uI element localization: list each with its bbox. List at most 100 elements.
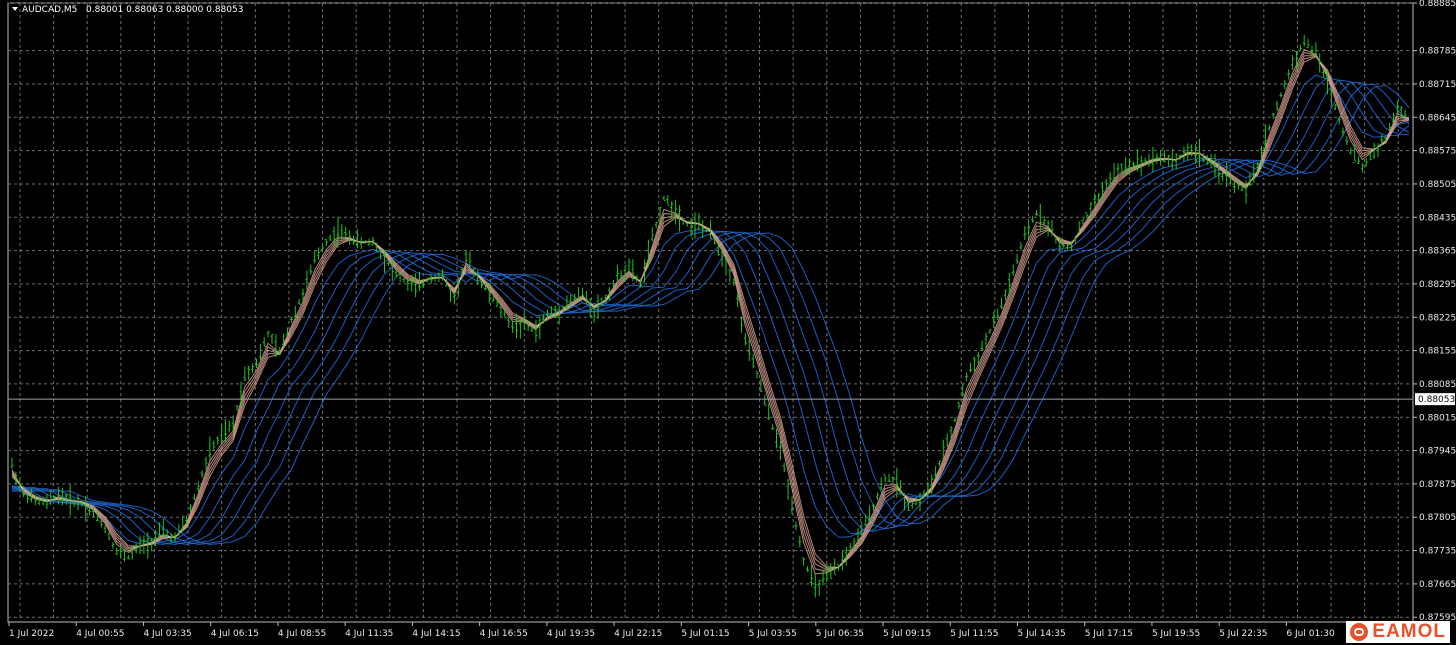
candle	[507, 318, 511, 329]
price-tick-label: 0.88785	[1419, 47, 1456, 57]
candle	[650, 227, 654, 242]
price-tick-label: 0.87735	[1419, 547, 1456, 557]
time-tick-label: 5 Jul 09:15	[883, 629, 931, 639]
candle	[798, 535, 802, 548]
robot-logo-icon	[1350, 623, 1369, 641]
price-chart[interactable]: 0.88885 0.88785 0.88715 0.88645 0.88575 0.885…	[0, 0, 1456, 645]
price-tick-label: 0.88225	[1419, 313, 1456, 323]
candle	[751, 353, 755, 369]
candle	[980, 340, 984, 351]
time-tick-label: 6 Jul 01:30	[1286, 629, 1335, 639]
candle	[856, 528, 860, 541]
brand-text: EAMOL	[1372, 621, 1446, 642]
candle	[266, 331, 270, 338]
candle	[309, 264, 313, 275]
candle	[111, 542, 115, 549]
price-tick-label: 0.88365	[1419, 247, 1456, 257]
candle	[297, 298, 301, 305]
candle	[732, 278, 736, 286]
candle	[806, 566, 809, 572]
candle	[740, 316, 743, 333]
candle	[1298, 44, 1302, 52]
time-tick-label: 1 Jul 2022	[9, 629, 54, 639]
time-tick-label: 5 Jul 06:35	[816, 629, 864, 639]
price-tick-label: 0.88505	[1419, 180, 1456, 190]
candle	[123, 549, 126, 562]
candle	[1314, 42, 1318, 57]
candle	[809, 565, 813, 587]
chart-frame: 0.88885 0.88785 0.88715 0.88645 0.88575 0.885…	[0, 0, 1456, 645]
candle	[258, 343, 262, 361]
candle	[674, 199, 678, 225]
candle	[615, 264, 619, 281]
candle	[464, 250, 468, 263]
candle	[701, 220, 705, 239]
time-axis: 1 Jul 2022 4 Jul 00:55 4 Jul 03:35 4 Jul 06…	[8, 622, 1402, 639]
candle	[1357, 156, 1361, 164]
candle	[782, 463, 786, 473]
candle	[1011, 264, 1015, 276]
candle	[247, 365, 251, 380]
candle	[1279, 92, 1283, 98]
price-tick-label: 0.87875	[1419, 480, 1456, 490]
candle	[666, 195, 670, 206]
candle	[755, 371, 759, 379]
candle	[988, 329, 992, 334]
price-tick-label: 0.88715	[1419, 80, 1456, 90]
candle	[883, 474, 887, 483]
candle	[1349, 147, 1353, 155]
candle	[662, 195, 666, 201]
candle	[320, 243, 324, 253]
candle	[580, 287, 584, 297]
candle	[693, 212, 697, 239]
price-tick-label: 0.88645	[1419, 113, 1456, 123]
candle	[1027, 221, 1031, 237]
time-tick-label: 5 Jul 11:55	[950, 629, 998, 639]
candle	[802, 557, 806, 566]
candle	[227, 420, 231, 433]
candle	[794, 521, 798, 531]
candle	[328, 234, 332, 241]
candle	[771, 424, 775, 430]
candle	[875, 492, 879, 500]
candlestick-bars	[10, 34, 1407, 598]
candle	[728, 269, 732, 283]
candle	[534, 320, 538, 343]
candle	[1166, 154, 1170, 167]
candle	[697, 213, 701, 230]
fast-ma-line	[11, 55, 1410, 571]
price-tick-label: 0.88575	[1419, 147, 1456, 157]
candle	[192, 494, 196, 501]
candle	[324, 239, 328, 246]
candle	[743, 332, 747, 346]
candle	[1275, 100, 1279, 112]
candle	[654, 221, 658, 229]
candle	[969, 362, 972, 373]
candle	[817, 579, 821, 596]
candle	[538, 316, 542, 340]
candle	[996, 308, 1000, 320]
candle	[813, 573, 817, 598]
candle	[115, 547, 119, 555]
symbol-dropdown-icon[interactable]	[12, 7, 18, 11]
candle	[1116, 163, 1120, 174]
candle	[763, 394, 767, 407]
candle	[126, 555, 130, 560]
candle	[262, 337, 266, 348]
time-tick-label: 4 Jul 03:35	[143, 629, 191, 639]
time-tick-label: 4 Jul 16:55	[480, 629, 528, 639]
candle	[200, 470, 204, 478]
candle	[317, 247, 321, 260]
candle	[1271, 112, 1275, 120]
candle	[1252, 163, 1256, 183]
time-tick-label: 4 Jul 08:55	[278, 629, 326, 639]
candle	[1035, 210, 1038, 216]
price-tick-label: 0.88435	[1419, 213, 1456, 223]
price-tick-label: 0.88885	[1419, 0, 1456, 9]
candle	[1267, 124, 1271, 132]
candle	[1174, 153, 1178, 170]
candle	[1287, 69, 1291, 80]
time-tick-label: 4 Jul 14:15	[412, 629, 460, 639]
price-tick-label: 0.88155	[1419, 347, 1456, 357]
candle	[1003, 289, 1007, 301]
